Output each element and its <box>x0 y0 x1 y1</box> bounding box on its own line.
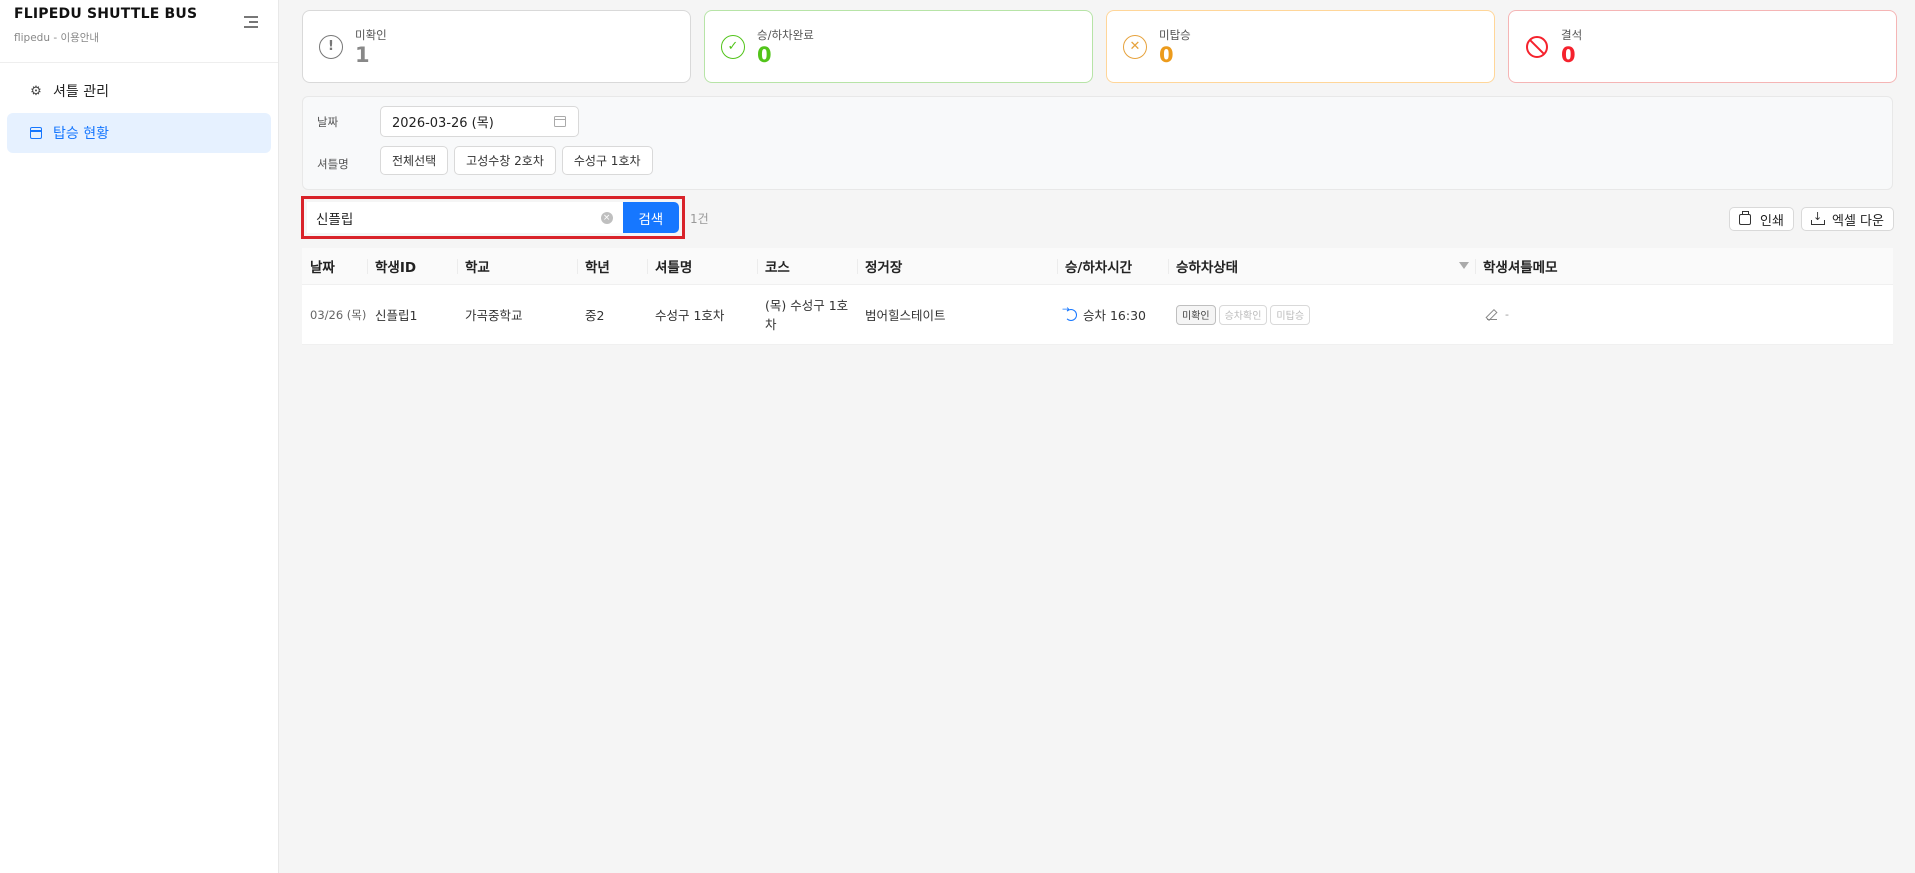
stat-cards: ! 미확인 1 ✓ 승/하차완료 0 ✕ 미탑승 0 결석 0 <box>302 10 1897 83</box>
clear-icon[interactable]: × <box>600 212 613 224</box>
column-header-date[interactable]: 날짜 <box>302 248 367 285</box>
shuttle-option-all[interactable]: 전체선택 <box>380 146 449 175</box>
filter-icon[interactable] <box>1459 261 1469 269</box>
sidebar-item-label: 셔틀 관리 <box>53 84 109 100</box>
stat-value: 0 <box>757 43 772 67</box>
result-count: 1건 <box>690 212 709 226</box>
filter-panel: 날짜 2026-03-26 (목) 셔틀명 전체선택 고성수창 2호차 수성구 … <box>302 96 1893 190</box>
stat-value: 1 <box>355 43 370 67</box>
stat-label: 미확인 <box>355 28 387 42</box>
stat-card-unconfirmed[interactable]: ! 미확인 1 <box>302 10 691 83</box>
search-input[interactable]: 신플립 × <box>307 202 623 233</box>
stat-label: 승/하차완료 <box>757 28 814 42</box>
excel-label: 엑셀 다운 <box>1832 213 1884 229</box>
column-header-status[interactable]: 승하차상태 <box>1168 248 1475 285</box>
stat-label: 미탑승 <box>1159 28 1191 42</box>
stat-card-not-boarded[interactable]: ✕ 미탑승 0 <box>1106 10 1495 83</box>
stat-value: 0 <box>1159 43 1174 67</box>
app-title: FLIPEDU SHUTTLE BUS <box>14 6 198 22</box>
cell-course: (목) 수성구 1호차 <box>765 297 849 332</box>
edit-icon[interactable] <box>1487 310 1497 320</box>
cell-school: 가곡중학교 <box>465 308 523 323</box>
gear-icon: ⚙ <box>30 83 42 99</box>
close-circle-icon: ✕ <box>1123 34 1147 59</box>
brand: FLIPEDU SHUTTLE BUS flipedu - 이용안내 <box>0 0 278 63</box>
printer-icon <box>1739 210 1751 225</box>
memo-value: - <box>1505 308 1509 321</box>
status-unconfirmed-button[interactable]: 미확인 <box>1176 304 1216 325</box>
print-button[interactable]: 인쇄 <box>1729 207 1794 231</box>
column-header-status-label: 승하차상태 <box>1176 260 1239 276</box>
status-not-boarded-button[interactable]: 미탑승 <box>1270 304 1311 325</box>
search-bar: 신플립 × 검색 <box>301 196 685 239</box>
print-label: 인쇄 <box>1760 213 1784 229</box>
column-header-stop[interactable]: 정거장 <box>857 248 1057 285</box>
stat-label: 결석 <box>1561 28 1583 42</box>
sidebar-item-label: 탑승 현황 <box>53 126 109 142</box>
cell-stop: 범어힐스테이트 <box>865 308 946 323</box>
shuttle-option-goseong[interactable]: 고성수창 2호차 <box>454 146 556 175</box>
calendar-icon <box>29 126 43 140</box>
date-filter-row: 날짜 2026-03-26 (목) <box>317 106 579 137</box>
sidebar-item-shuttle-management[interactable]: ⚙ 셔틀 관리 <box>7 71 271 111</box>
date-label: 날짜 <box>317 114 339 129</box>
app-subtitle[interactable]: flipedu - 이용안내 <box>14 30 264 45</box>
cell-time-value: 승차 16:30 <box>1083 308 1146 323</box>
column-header-course[interactable]: 코스 <box>757 248 857 285</box>
stat-card-absent[interactable]: 결석 0 <box>1508 10 1897 83</box>
board-icon <box>1062 305 1077 321</box>
status-buttons: 미확인 승차확인 미탑승 <box>1176 304 1475 325</box>
table-row[interactable]: 03/26 (목) 신플립1 가곡중학교 중2 수성구 1호차 (목) 수성구 … <box>302 285 1893 345</box>
stat-value: 0 <box>1561 43 1576 67</box>
stop-icon <box>1525 35 1549 59</box>
cell-time: 승차 16:30 <box>1057 305 1168 324</box>
cell-memo: - <box>1475 308 1893 321</box>
calendar-icon <box>554 116 566 127</box>
sidebar: FLIPEDU SHUTTLE BUS flipedu - 이용안내 ⚙ 셔틀 … <box>0 0 279 873</box>
sidebar-nav: ⚙ 셔틀 관리 탑승 현황 <box>0 63 278 163</box>
column-header-student-id[interactable]: 학생ID <box>367 248 457 285</box>
sidebar-item-boarding-status[interactable]: 탑승 현황 <box>7 113 271 153</box>
cell-shuttle: 수성구 1호차 <box>655 308 725 323</box>
cell-grade: 중2 <box>585 308 605 323</box>
shuttle-option-suseong[interactable]: 수성구 1호차 <box>561 146 653 175</box>
info-circle-icon: ! <box>319 34 343 59</box>
column-header-memo[interactable]: 학생셔틀메모 <box>1475 248 1893 285</box>
date-picker[interactable]: 2026-03-26 (목) <box>380 106 579 137</box>
search-value: 신플립 <box>316 211 354 228</box>
column-header-school[interactable]: 학교 <box>457 248 577 285</box>
check-circle-icon: ✓ <box>721 34 745 59</box>
column-header-shuttle[interactable]: 셔틀명 <box>647 248 757 285</box>
boarding-table: 날짜 학생ID 학교 학년 셔틀명 코스 정거장 승/하차시간 승하차상태 학생… <box>302 248 1893 345</box>
download-icon <box>1811 210 1825 225</box>
cell-date: 03/26 (목) <box>310 307 367 322</box>
shuttle-filter-row: 셔틀명 전체선택 고성수창 2호차 수성구 1호차 <box>317 146 659 175</box>
shuttle-label: 셔틀명 <box>317 156 349 171</box>
search-button[interactable]: 검색 <box>622 202 679 233</box>
status-boarded-button[interactable]: 승차확인 <box>1218 304 1268 325</box>
column-header-grade[interactable]: 학년 <box>577 248 647 285</box>
excel-download-button[interactable]: 엑셀 다운 <box>1801 207 1894 231</box>
date-value: 2026-03-26 (목) <box>392 116 494 131</box>
cell-course-wrap: (목) 수성구 1호차 <box>757 296 857 334</box>
collapse-menu-icon[interactable] <box>244 16 258 28</box>
column-header-time[interactable]: 승/하차시간 <box>1057 248 1168 285</box>
stat-card-completed[interactable]: ✓ 승/하차완료 0 <box>704 10 1093 83</box>
cell-status: 미확인 승차확인 미탑승 <box>1168 304 1475 325</box>
cell-student-id: 신플립1 <box>375 308 418 323</box>
table-header: 날짜 학생ID 학교 학년 셔틀명 코스 정거장 승/하차시간 승하차상태 학생… <box>302 248 1893 285</box>
